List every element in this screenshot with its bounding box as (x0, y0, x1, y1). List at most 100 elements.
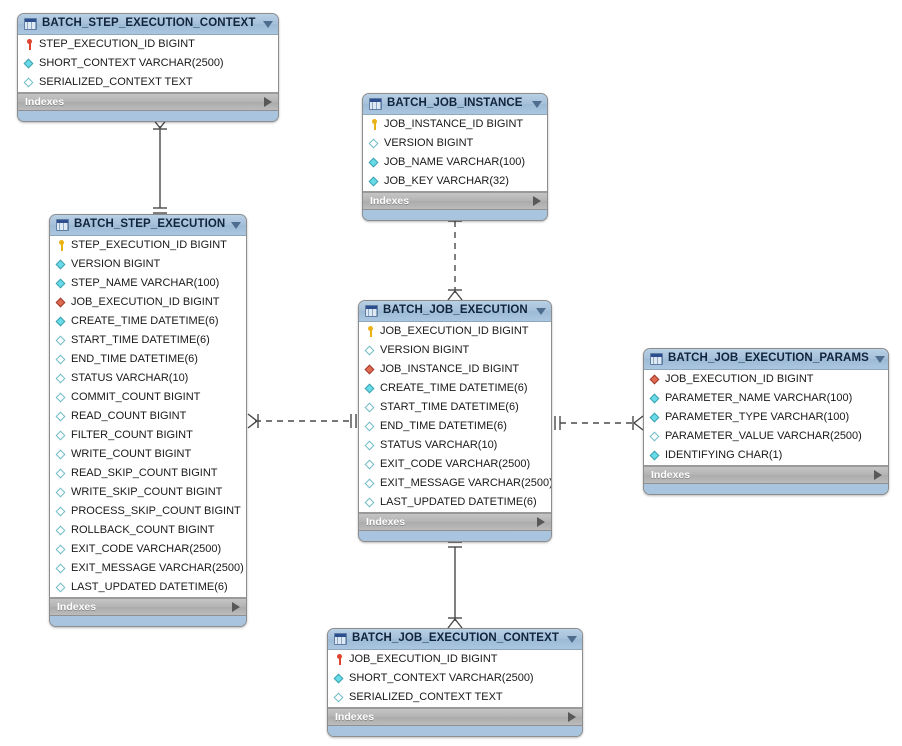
chevron-right-icon[interactable] (568, 712, 576, 722)
column-label: SERIALIZED_CONTEXT TEXT (39, 76, 193, 88)
column-row[interactable]: IDENTIFYING CHAR(1) (644, 446, 888, 465)
chevron-down-icon[interactable] (874, 355, 885, 363)
nullable-column-icon (365, 478, 376, 489)
column-row[interactable]: SERIALIZED_CONTEXT TEXT (328, 688, 582, 707)
entity-title: BATCH_JOB_EXECUTION_CONTEXT (352, 632, 559, 645)
relationship-rel-step-exec-to-step-exec-context[interactable] (148, 118, 172, 216)
relationship-rel-job-exec-to-params[interactable] (552, 411, 644, 435)
entity-header[interactable]: BATCH_JOB_EXECUTION (359, 301, 551, 322)
indexes-section-toggle[interactable]: Indexes (50, 598, 246, 616)
chevron-down-icon[interactable] (532, 100, 542, 108)
entity-title: BATCH_JOB_INSTANCE (387, 97, 523, 110)
chevron-right-icon[interactable] (533, 196, 541, 206)
column-row[interactable]: EXIT_CODE VARCHAR(2500) (359, 455, 551, 474)
entity-batch_job_execution_context[interactable]: BATCH_JOB_EXECUTION_CONTEXT JOB_EXECUTION… (327, 628, 583, 737)
entity-header[interactable]: BATCH_JOB_EXECUTION_CONTEXT (328, 629, 582, 650)
not-null-column-icon (369, 157, 380, 168)
entity-header[interactable]: BATCH_JOB_EXECUTION_PARAMS (644, 349, 888, 370)
column-row[interactable]: JOB_INSTANCE_ID BIGINT (363, 115, 547, 134)
entity-footer (328, 726, 582, 736)
column-row[interactable]: WRITE_COUNT BIGINT (50, 445, 246, 464)
entity-batch_job_instance[interactable]: BATCH_JOB_INSTANCE JOB_INSTANCE_ID BIGINT… (362, 93, 548, 221)
indexes-label: Indexes (25, 95, 65, 108)
entity-batch_job_execution_params[interactable]: BATCH_JOB_EXECUTION_PARAMS JOB_EXECUTION_… (643, 348, 889, 495)
indexes-label: Indexes (335, 710, 375, 723)
column-label: VERSION BIGINT (71, 258, 161, 270)
column-row[interactable]: WRITE_SKIP_COUNT BIGINT (50, 483, 246, 502)
column-row[interactable]: COMMIT_COUNT BIGINT (50, 388, 246, 407)
relationship-rel-job-instance-to-job-exec[interactable] (443, 213, 467, 301)
not-null-column-icon (650, 393, 661, 404)
column-row[interactable]: PARAMETER_VALUE VARCHAR(2500) (644, 427, 888, 446)
column-row[interactable]: EXIT_MESSAGE VARCHAR(2500) (359, 474, 551, 493)
column-row[interactable]: CREATE_TIME DATETIME(6) (50, 312, 246, 331)
column-row[interactable]: JOB_KEY VARCHAR(32) (363, 172, 547, 191)
column-row[interactable]: STATUS VARCHAR(10) (50, 369, 246, 388)
chevron-down-icon[interactable] (263, 20, 273, 28)
column-row[interactable]: PARAMETER_TYPE VARCHAR(100) (644, 408, 888, 427)
column-row[interactable]: END_TIME DATETIME(6) (50, 350, 246, 369)
column-label: EXIT_CODE VARCHAR(2500) (71, 543, 222, 555)
column-row[interactable]: VERSION BIGINT (50, 255, 246, 274)
entity-header[interactable]: BATCH_STEP_EXECUTION (50, 215, 246, 236)
column-row[interactable]: SERIALIZED_CONTEXT TEXT (18, 73, 278, 92)
chevron-right-icon[interactable] (537, 517, 545, 527)
entity-batch_job_execution[interactable]: BATCH_JOB_EXECUTION JOB_EXECUTION_ID BIGI… (358, 300, 552, 542)
nullable-column-icon (56, 582, 67, 593)
column-row[interactable]: READ_COUNT BIGINT (50, 407, 246, 426)
indexes-section-toggle[interactable]: Indexes (363, 192, 547, 210)
column-row[interactable]: JOB_EXECUTION_ID BIGINT (359, 322, 551, 341)
entity-footer (363, 210, 547, 220)
column-row[interactable]: VERSION BIGINT (363, 134, 547, 153)
chevron-right-icon[interactable] (264, 97, 272, 107)
nullable-column-icon (365, 440, 376, 451)
column-row[interactable]: JOB_EXECUTION_ID BIGINT (50, 293, 246, 312)
column-row[interactable]: JOB_EXECUTION_ID BIGINT (328, 650, 582, 669)
column-row[interactable]: STEP_EXECUTION_ID BIGINT (18, 35, 278, 54)
column-row[interactable]: JOB_INSTANCE_ID BIGINT (359, 360, 551, 379)
chevron-down-icon[interactable] (567, 635, 577, 643)
entity-header[interactable]: BATCH_STEP_EXECUTION_CONTEXT (18, 14, 278, 35)
chevron-right-icon[interactable] (874, 470, 882, 480)
column-row[interactable]: LAST_UPDATED DATETIME(6) (359, 493, 551, 512)
column-row[interactable]: PARAMETER_NAME VARCHAR(100) (644, 389, 888, 408)
table-icon (56, 219, 69, 231)
entity-batch_step_execution_context[interactable]: BATCH_STEP_EXECUTION_CONTEXT STEP_EXECUTI… (17, 13, 279, 122)
column-row[interactable]: STATUS VARCHAR(10) (359, 436, 551, 455)
not-null-column-icon (650, 412, 661, 423)
indexes-section-toggle[interactable]: Indexes (18, 93, 278, 111)
chevron-right-icon[interactable] (232, 602, 240, 612)
column-row[interactable]: SHORT_CONTEXT VARCHAR(2500) (18, 54, 278, 73)
relationship-rel-job-exec-to-step-exec[interactable] (247, 409, 359, 433)
column-label: STATUS VARCHAR(10) (71, 372, 189, 384)
not-null-column-icon (56, 278, 67, 289)
column-row[interactable]: START_TIME DATETIME(6) (359, 398, 551, 417)
entity-header[interactable]: BATCH_JOB_INSTANCE (363, 94, 547, 115)
column-row[interactable]: END_TIME DATETIME(6) (359, 417, 551, 436)
column-row[interactable]: PROCESS_SKIP_COUNT BIGINT (50, 502, 246, 521)
column-row[interactable]: SHORT_CONTEXT VARCHAR(2500) (328, 669, 582, 688)
column-row[interactable]: ROLLBACK_COUNT BIGINT (50, 521, 246, 540)
indexes-section-toggle[interactable]: Indexes (328, 708, 582, 726)
column-row[interactable]: VERSION BIGINT (359, 341, 551, 360)
chevron-down-icon[interactable] (231, 221, 242, 229)
column-row[interactable]: STEP_NAME VARCHAR(100) (50, 274, 246, 293)
column-label: START_TIME DATETIME(6) (380, 401, 519, 413)
column-row[interactable]: JOB_EXECUTION_ID BIGINT (644, 370, 888, 389)
column-row[interactable]: EXIT_CODE VARCHAR(2500) (50, 540, 246, 559)
column-row[interactable]: JOB_NAME VARCHAR(100) (363, 153, 547, 172)
indexes-section-toggle[interactable]: Indexes (644, 466, 888, 484)
column-row[interactable]: STEP_EXECUTION_ID BIGINT (50, 236, 246, 255)
column-row[interactable]: CREATE_TIME DATETIME(6) (359, 379, 551, 398)
chevron-down-icon[interactable] (536, 307, 546, 315)
indexes-section-toggle[interactable]: Indexes (359, 513, 551, 531)
column-row[interactable]: EXIT_MESSAGE VARCHAR(2500) (50, 559, 246, 578)
column-row[interactable]: START_TIME DATETIME(6) (50, 331, 246, 350)
column-row[interactable]: READ_SKIP_COUNT BIGINT (50, 464, 246, 483)
primary-key-icon (24, 39, 35, 50)
entity-batch_step_execution[interactable]: BATCH_STEP_EXECUTION STEP_EXECUTION_ID BI… (49, 214, 247, 627)
column-row[interactable]: FILTER_COUNT BIGINT (50, 426, 246, 445)
nullable-column-icon (56, 468, 67, 479)
relationship-rel-job-exec-to-job-exec-context[interactable] (443, 539, 467, 629)
column-row[interactable]: LAST_UPDATED DATETIME(6) (50, 578, 246, 597)
